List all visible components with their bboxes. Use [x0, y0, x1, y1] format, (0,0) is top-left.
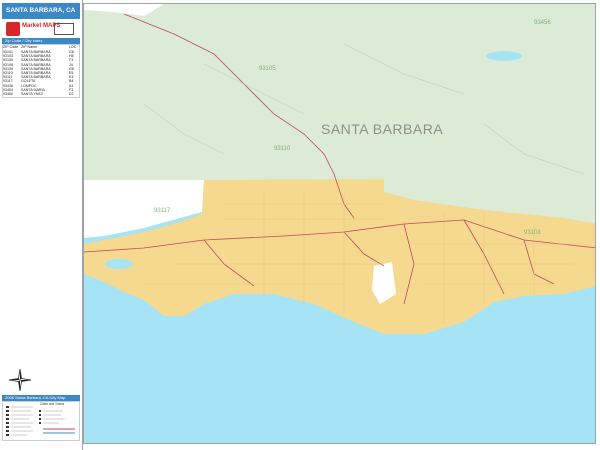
zip-row: 93460 SANTA YNEZ D2 [3, 92, 80, 97]
zip-label-93110: 93110 [274, 146, 291, 152]
zip-label-93456: 93456 [534, 20, 551, 26]
region-label: SANTA BARBARA [321, 121, 444, 137]
compass-rose-icon [8, 368, 32, 392]
logo-badge-icon [54, 23, 74, 35]
zip-name: SANTA YNEZ [21, 92, 44, 96]
zip-label-93105: 93105 [259, 66, 276, 72]
zip-label-93108: 93108 [524, 230, 541, 236]
zip-col-loc: LOC [69, 45, 77, 49]
zip-loc: D2 [69, 92, 74, 96]
legend-box [2, 401, 80, 441]
zip-code: 93460 [3, 92, 13, 96]
map-title: SANTA BARBARA, CA [2, 3, 80, 19]
map-graphic [84, 4, 595, 443]
map-canvas[interactable]: SANTA BARBARA 93456 93105 93110 93117 93… [83, 3, 596, 444]
legend-panel: SANTA BARBARA, CA Market MAPS Zip Code /… [0, 0, 83, 450]
zip-col-code: ZIP Code [3, 45, 19, 49]
reservoir [486, 51, 522, 61]
map-poster: SANTA BARBARA, CA Market MAPS Zip Code /… [0, 0, 600, 450]
logo-mark-icon [6, 22, 20, 36]
zip-col-name: ZIP Name [21, 45, 38, 49]
zip-label-93117: 93117 [154, 208, 171, 214]
legend-symbols [6, 406, 75, 436]
market-maps-logo: Market MAPS [6, 22, 76, 36]
legend-subtitle: Cities and Towns [40, 402, 65, 406]
lagoon [105, 259, 133, 269]
